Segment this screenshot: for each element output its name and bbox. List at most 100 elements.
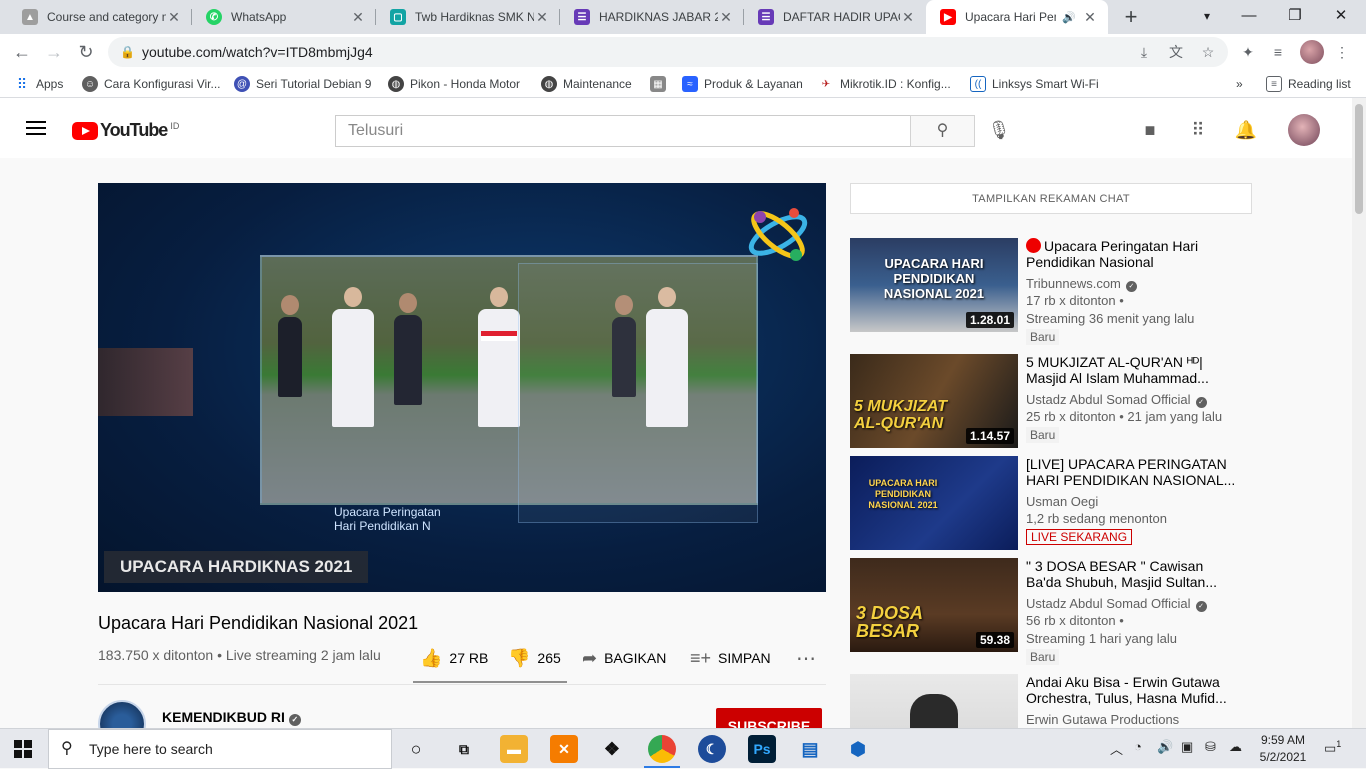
profile-avatar[interactable]	[1300, 40, 1324, 64]
video-thumbnail[interactable]	[850, 674, 1018, 728]
install-app-icon[interactable]: ⤓	[1132, 40, 1156, 64]
bookmark-3[interactable]: ◍ Pikon - Honda Motor	[388, 70, 520, 98]
recommended-video[interactable]: Andai Aku Bisa - Erwin Gutawa Orchestra,…	[850, 674, 1240, 728]
media-control-icon[interactable]: ≡	[1266, 40, 1290, 64]
hamburger-menu-icon[interactable]	[26, 121, 46, 135]
menu-dots-icon[interactable]: ⋮	[1330, 40, 1354, 64]
bookmarks-more[interactable]: »	[1236, 70, 1243, 98]
photoshop-icon[interactable]: Ps	[748, 735, 776, 763]
video-thumbnail[interactable]: 5 MUKJIZAT AL-QUR'AN 1.14.57	[850, 354, 1018, 448]
apps-grid-icon[interactable]: ⠿	[1186, 118, 1210, 142]
create-video-icon[interactable]: ■	[1138, 118, 1162, 142]
url-text[interactable]: youtube.com/watch?v=ITD8mbmjJg4	[142, 44, 373, 60]
share-button[interactable]: ➦ BAGIKAN	[582, 646, 666, 670]
search-button[interactable]: ⚲	[910, 115, 975, 147]
recommended-video[interactable]: 3 DOSA BESAR 59.38 " 3 DOSA BESAR " Cawi…	[850, 558, 1240, 665]
back-icon[interactable]: ←	[10, 40, 34, 64]
browser-tab-active[interactable]: ▶ Upacara Hari Pend 🔊 ✕	[926, 0, 1108, 34]
address-bar[interactable]: 🔒 youtube.com/watch?v=ITD8mbmjJg4	[108, 37, 1228, 67]
video-player[interactable]: Upacara Peringatan Hari Pendidikan N UPA…	[98, 183, 826, 592]
recommended-channel[interactable]: Ustadz Abdul Somad Official ✓	[1026, 391, 1236, 408]
recommended-title[interactable]: " 3 DOSA BESAR " Cawisan Ba'da Shubuh, M…	[1026, 558, 1236, 590]
cortana-icon[interactable]: ○	[402, 735, 430, 763]
meet-now-icon[interactable]: ▣	[1181, 739, 1193, 755]
recommended-channel[interactable]: Erwin Gutawa Productions	[1026, 711, 1236, 728]
bookmark-8[interactable]: (( Linksys Smart Wi-Fi	[970, 70, 1099, 98]
close-icon[interactable]: ✕	[166, 9, 182, 26]
recommended-title[interactable]: Upacara Peringatan Hari Pendidikan Nasio…	[1026, 238, 1236, 270]
more-actions-icon[interactable]: ⋯	[796, 646, 816, 670]
channel-name[interactable]: KEMENDIKBUD RI ✓	[162, 709, 301, 726]
save-button[interactable]: ≡+ SIMPAN	[690, 646, 771, 670]
minimize-icon[interactable]: —	[1226, 0, 1272, 34]
recommended-title[interactable]: 5 MUKJIZAT AL-QUR'AN ᴴᴰ| Masjid Al Islam…	[1026, 354, 1236, 386]
browser-tab-2[interactable]: ✆ WhatsApp ✕	[192, 0, 376, 34]
bookmark-6[interactable]: ≈ Produk & Layanan	[682, 70, 803, 98]
account-avatar[interactable]	[1288, 114, 1320, 146]
chrome-icon[interactable]	[648, 735, 676, 763]
windows-start-icon[interactable]	[14, 740, 32, 758]
extensions-icon[interactable]: ✦	[1236, 40, 1260, 64]
bookmark-1[interactable]: ☺ Cara Konfigurasi Vir...	[82, 70, 221, 98]
taskbar-clock[interactable]: 9:59 AM 5/2/2021	[1258, 732, 1308, 766]
audio-playing-icon[interactable]: 🔊	[1062, 11, 1076, 24]
file-explorer-icon[interactable]: ▬	[500, 735, 528, 763]
close-icon[interactable]: ✕	[534, 9, 550, 26]
reload-icon[interactable]: ↻	[74, 40, 98, 64]
youtube-logo[interactable]: YouTube ID	[72, 120, 179, 141]
scrollbar-thumb[interactable]	[1355, 104, 1363, 214]
notifications-icon[interactable]: ▭1	[1324, 739, 1341, 756]
bookmark-7[interactable]: ✈ Mikrotik.ID : Konfig...	[818, 70, 951, 98]
usb-icon[interactable]: ⛁	[1205, 739, 1216, 755]
recommended-video[interactable]: UPACARA HARI PENDIDIKAN NASIONAL 2021 1.…	[850, 238, 1240, 345]
network-tool-icon[interactable]: ▤	[796, 735, 824, 763]
browser-tab-5[interactable]: ☰ DAFTAR HADIR UPACA ✕	[744, 0, 926, 34]
translate-icon[interactable]: 文	[1164, 40, 1188, 64]
close-window-icon[interactable]: ✕	[1318, 0, 1364, 34]
page-scrollbar[interactable]	[1352, 98, 1366, 728]
browser-tab-4[interactable]: ☰ HARDIKNAS JABAR 20 ✕	[560, 0, 744, 34]
forward-icon[interactable]: →	[42, 40, 66, 64]
search-input[interactable]: Telusuri	[335, 115, 911, 147]
task-view-icon[interactable]: ⧉	[450, 735, 478, 763]
microphone-icon[interactable]: 🎙	[987, 118, 1011, 142]
dislike-button[interactable]: 👎 265	[508, 646, 561, 670]
bookmark-2[interactable]: @ Seri Tutorial Debian 9	[234, 70, 371, 98]
recommended-channel[interactable]: Usman Oegi	[1026, 493, 1236, 510]
show-hidden-icons[interactable]: ︿	[1110, 739, 1123, 758]
moon-app-icon[interactable]: ☾	[698, 735, 726, 763]
recommended-title[interactable]: [LIVE] UPACARA PERINGATAN HARI PENDIDIKA…	[1026, 456, 1236, 488]
lock-icon[interactable]: 🔒	[120, 45, 135, 59]
browser-tab-1[interactable]: ▲ Course and category m ✕	[8, 0, 192, 34]
wifi-icon[interactable]: ◔	[1134, 739, 1142, 754]
new-tab-button[interactable]: +	[1118, 4, 1144, 30]
tab-search-icon[interactable]: ▾	[1184, 0, 1230, 34]
restore-icon[interactable]: ❐	[1272, 0, 1318, 34]
recommended-channel[interactable]: Ustadz Abdul Somad Official ✓	[1026, 595, 1236, 612]
virtualbox-icon[interactable]: ⬢	[844, 735, 872, 763]
recommended-channel[interactable]: Tribunnews.com ✓	[1026, 275, 1236, 292]
close-icon[interactable]: ✕	[900, 9, 916, 26]
notifications-bell-icon[interactable]: 🔔	[1234, 118, 1258, 142]
reading-list[interactable]: ≡ Reading list	[1266, 70, 1351, 98]
volume-icon[interactable]: 🔊	[1157, 739, 1173, 755]
recommended-video[interactable]: 5 MUKJIZAT AL-QUR'AN 1.14.57 5 MUKJIZAT …	[850, 354, 1240, 448]
close-icon[interactable]: ✕	[1082, 9, 1098, 26]
bookmark-apps[interactable]: ⠿ Apps	[14, 70, 64, 98]
recommended-title[interactable]: Andai Aku Bisa - Erwin Gutawa Orchestra,…	[1026, 674, 1236, 706]
close-icon[interactable]: ✕	[718, 9, 734, 26]
bookmark-star-icon[interactable]: ☆	[1196, 40, 1220, 64]
xampp-icon[interactable]: ✕	[550, 735, 578, 763]
onedrive-icon[interactable]: ☁	[1229, 739, 1242, 755]
browser-tab-3[interactable]: ▢ Twb Hardiknas SMK N ✕	[376, 0, 560, 34]
video-thumbnail[interactable]: 3 DOSA BESAR 59.38	[850, 558, 1018, 652]
video-thumbnail[interactable]: UPACARA HARI PENDIDIKAN NASIONAL 2021 1.…	[850, 238, 1018, 332]
bookmark-5[interactable]: ▦	[650, 70, 672, 98]
like-button[interactable]: 👍 27 RB	[420, 646, 488, 670]
close-icon[interactable]: ✕	[350, 9, 366, 26]
show-chat-replay-button[interactable]: TAMPILKAN REKAMAN CHAT	[850, 183, 1252, 214]
bookmark-4[interactable]: ◍ Maintenance	[541, 70, 632, 98]
dropbox-icon[interactable]: ❖	[598, 735, 626, 763]
video-thumbnail[interactable]: UPACARA HARI PENDIDIKAN NASIONAL 2021	[850, 456, 1018, 550]
recommended-video[interactable]: UPACARA HARI PENDIDIKAN NASIONAL 2021 [L…	[850, 456, 1240, 550]
